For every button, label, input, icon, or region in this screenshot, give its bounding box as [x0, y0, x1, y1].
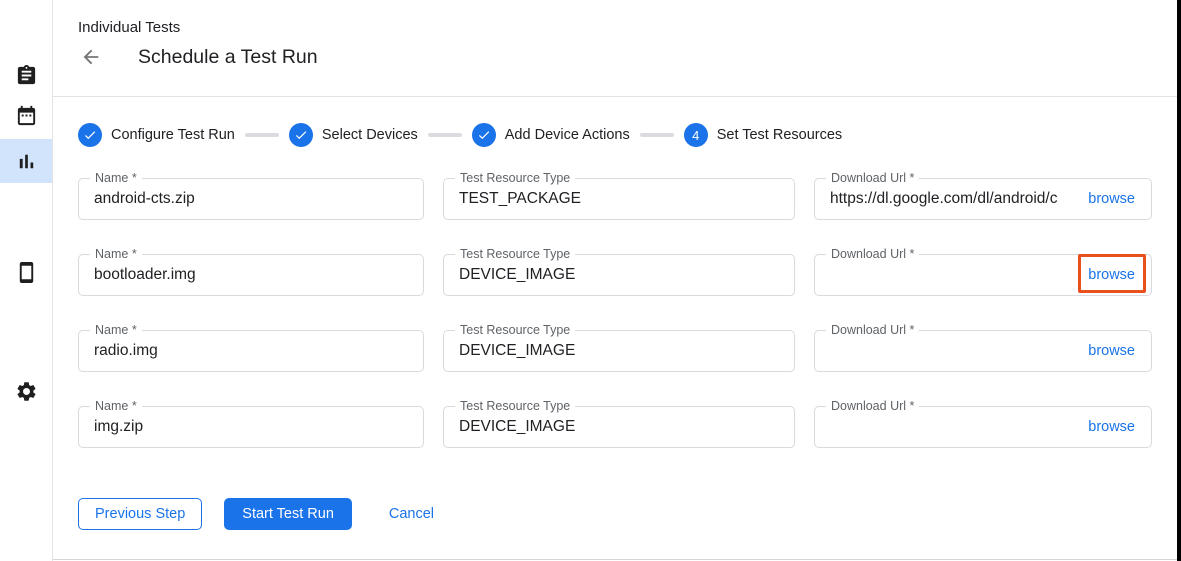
step-current-circle: 4 — [684, 123, 708, 147]
resource-name-input[interactable]: Name * img.zip — [78, 406, 424, 448]
resource-url-input[interactable]: Download Url * browse — [814, 330, 1152, 372]
clipboard-icon — [15, 64, 38, 87]
field-label: Name * — [90, 323, 142, 337]
stepper-connector — [428, 133, 462, 137]
breadcrumb: Individual Tests — [78, 19, 1181, 36]
resource-url-input[interactable]: Download Url * browse — [814, 406, 1152, 448]
header: Individual Tests Schedule a Test Run — [53, 0, 1181, 97]
resource-row: Name * bootloader.img Test Resource Type… — [78, 254, 1152, 296]
stepper-step-add-device-actions[interactable]: Add Device Actions — [472, 123, 630, 147]
resource-type-input[interactable]: Test Resource Type DEVICE_IMAGE — [443, 406, 795, 448]
bar-chart-icon — [15, 150, 38, 173]
back-button[interactable] — [80, 45, 104, 69]
stepper-step-configure-test-run[interactable]: Configure Test Run — [78, 123, 235, 147]
field-label: Download Url * — [826, 171, 919, 185]
step-complete-circle — [472, 123, 496, 147]
action-bar: Previous Step Start Test Run Cancel — [78, 498, 1181, 530]
field-value: https://dl.google.com/dl/android/c — [815, 179, 1088, 219]
step-label: Set Test Resources — [717, 127, 842, 143]
resource-name-input[interactable]: Name * android-cts.zip — [78, 178, 424, 220]
step-label: Configure Test Run — [111, 127, 235, 143]
resource-url-input[interactable]: Download Url * browse — [814, 254, 1152, 296]
gear-icon — [15, 380, 38, 403]
resource-type-input[interactable]: Test Resource Type DEVICE_IMAGE — [443, 254, 795, 296]
page-title: Schedule a Test Run — [138, 46, 318, 69]
field-label: Name * — [90, 399, 142, 413]
field-value: DEVICE_IMAGE — [444, 255, 794, 295]
field-label: Test Resource Type — [455, 399, 575, 413]
step-label: Add Device Actions — [505, 127, 630, 143]
field-value: TEST_PACKAGE — [444, 179, 794, 219]
field-label: Test Resource Type — [455, 323, 575, 337]
field-label: Download Url * — [826, 323, 919, 337]
start-test-run-button[interactable]: Start Test Run — [224, 498, 352, 530]
step-label: Select Devices — [322, 127, 418, 143]
browse-link[interactable]: browse — [1088, 191, 1135, 207]
sidebar-item-test-plans[interactable] — [0, 93, 52, 137]
resource-type-input[interactable]: Test Resource Type TEST_PACKAGE — [443, 178, 795, 220]
calendar-icon — [15, 104, 38, 127]
test-resources-form: Name * android-cts.zip Test Resource Typ… — [78, 178, 1152, 448]
field-label: Name * — [90, 171, 142, 185]
app-window: Individual Tests Schedule a Test Run Con… — [0, 0, 1181, 561]
step-complete-circle — [289, 123, 313, 147]
field-value: DEVICE_IMAGE — [444, 331, 794, 371]
resource-row: Name * radio.img Test Resource Type DEVI… — [78, 330, 1152, 372]
step-complete-circle — [78, 123, 102, 147]
field-label: Name * — [90, 247, 142, 261]
stepper-connector — [245, 133, 279, 137]
sidebar-item-devices[interactable] — [0, 250, 52, 294]
window-edge-bar — [1177, 0, 1181, 561]
field-value: android-cts.zip — [79, 179, 423, 219]
field-value: DEVICE_IMAGE — [444, 407, 794, 447]
sidebar — [0, 0, 53, 561]
stepper-connector — [640, 133, 674, 137]
sidebar-item-test-runs[interactable] — [0, 139, 52, 183]
field-value: img.zip — [79, 407, 423, 447]
smartphone-icon — [15, 261, 38, 284]
resource-url-input[interactable]: Download Url * https://dl.google.com/dl/… — [814, 178, 1152, 220]
field-value: radio.img — [79, 331, 423, 371]
resource-row: Name * android-cts.zip Test Resource Typ… — [78, 178, 1152, 220]
cancel-button[interactable]: Cancel — [389, 498, 434, 530]
stepper-step-select-devices[interactable]: Select Devices — [289, 123, 418, 147]
sidebar-item-tests[interactable] — [0, 53, 52, 97]
check-icon — [477, 128, 491, 142]
resource-name-input[interactable]: Name * bootloader.img — [78, 254, 424, 296]
step-number: 4 — [692, 128, 699, 143]
bottom-divider — [23, 559, 1181, 560]
stepper-step-set-test-resources[interactable]: 4 Set Test Resources — [684, 123, 842, 147]
sidebar-item-settings[interactable] — [0, 369, 52, 413]
resource-name-input[interactable]: Name * radio.img — [78, 330, 424, 372]
arrow-back-icon — [80, 46, 102, 68]
field-label: Download Url * — [826, 399, 919, 413]
previous-step-button[interactable]: Previous Step — [78, 498, 202, 530]
main-area: Individual Tests Schedule a Test Run Con… — [53, 0, 1181, 561]
browse-link[interactable]: browse — [1088, 343, 1135, 359]
browse-link[interactable]: browse — [1088, 419, 1135, 435]
field-label: Test Resource Type — [455, 247, 575, 261]
resource-type-input[interactable]: Test Resource Type DEVICE_IMAGE — [443, 330, 795, 372]
resource-row: Name * img.zip Test Resource Type DEVICE… — [78, 406, 1152, 448]
check-icon — [83, 128, 97, 142]
browse-link[interactable]: browse — [1088, 267, 1135, 283]
field-label: Download Url * — [826, 247, 919, 261]
stepper: Configure Test Run Select Devices Add De… — [78, 123, 1181, 147]
title-row: Schedule a Test Run — [78, 45, 1181, 69]
field-value: bootloader.img — [79, 255, 423, 295]
field-label: Test Resource Type — [455, 171, 575, 185]
check-icon — [294, 128, 308, 142]
